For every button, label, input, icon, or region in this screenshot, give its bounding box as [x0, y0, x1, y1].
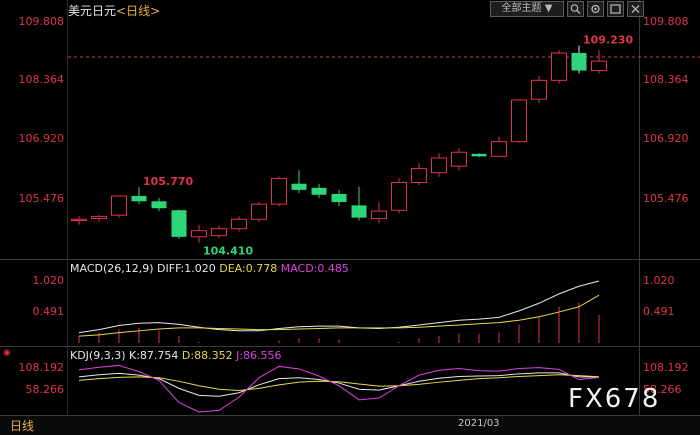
chart-canvas[interactable]: 109.230 105.770 104.410 [0, 0, 700, 434]
j-value: J:86.556 [236, 349, 282, 362]
period-selector[interactable]: <日线> [116, 4, 160, 18]
k-value: K:87.754 [129, 349, 179, 362]
price-tick-right: 108.364 [643, 73, 689, 86]
theme-label: 全部主题 [501, 3, 542, 14]
price-annotation: 104.410 [203, 245, 253, 258]
candle-body [131, 195, 147, 202]
candle-body [171, 210, 187, 237]
candle-body [531, 79, 547, 100]
candle-body [331, 193, 347, 203]
price-tick-left: 109.808 [18, 15, 65, 28]
period-tab[interactable]: 日线 [10, 417, 34, 434]
kdj-series-j [78, 364, 600, 413]
macd-tick-left: 1.020 [32, 274, 65, 287]
macd-series-dea [78, 294, 600, 337]
candle-body [391, 181, 407, 211]
macd-series-diff [78, 280, 600, 334]
symbol-label: 美元日元 [68, 4, 117, 18]
candle-body [411, 168, 427, 183]
watermark-logo: FX678 [568, 384, 661, 414]
candle-body [311, 187, 327, 195]
kdj-tick-right: 108.192 [643, 361, 689, 374]
dea-value: DEA:0.778 [219, 262, 278, 275]
price-tick-right: 106.920 [643, 132, 689, 145]
candle-body [431, 157, 447, 174]
candle-body [151, 201, 167, 209]
price-annotation: 109.230 [583, 34, 633, 47]
price-tick-left: 108.364 [18, 73, 65, 86]
candle-body [251, 203, 267, 220]
chart-title: 美元日元<日线> [68, 2, 160, 19]
candle-body [471, 153, 487, 157]
x-axis-date-label: 2021/03 [458, 418, 500, 429]
settings-icon[interactable] [587, 1, 604, 17]
candle-body [591, 60, 607, 72]
candle-body [551, 52, 567, 81]
candle-body [491, 141, 507, 157]
footer-bar [0, 415, 700, 435]
kdj-legend: KDJ(9,3,3) K:87.754 D:88.352 J:86.556 [70, 349, 282, 362]
price-tick-right: 109.808 [643, 15, 689, 28]
macd-legend: MACD(26,12,9) DIFF:1.020 DEA:0.778 MACD:… [70, 262, 349, 275]
kdj-tick-left: 108.192 [18, 361, 65, 374]
macd-value: MACD:0.485 [280, 262, 349, 275]
macd-tick-left: 0.491 [32, 305, 65, 318]
kdj-tick-left: 58.266 [25, 383, 65, 396]
candle-body [231, 218, 247, 230]
search-icon[interactable] [567, 1, 584, 17]
chevron-down-icon: ▼ [544, 3, 553, 14]
macd-tick-right: 1.020 [643, 274, 675, 287]
candle-body [571, 52, 587, 71]
fullscreen-icon[interactable] [607, 1, 624, 17]
diff-value: DIFF:1.020 [157, 262, 216, 275]
candle-body [371, 210, 387, 219]
candle-body [91, 215, 107, 219]
candle-body [111, 195, 127, 216]
price-tick-right: 105.476 [643, 192, 689, 205]
candle-body [511, 99, 527, 143]
pane-toggle-icon[interactable]: ◉ [3, 349, 12, 358]
candle-body [351, 205, 367, 218]
price-tick-left: 105.476 [18, 192, 65, 205]
candle-body [211, 228, 227, 237]
toolbar: 全部主题 ▼ [490, 1, 644, 17]
d-value: D:88.352 [181, 349, 233, 362]
price-tick-left: 106.920 [18, 132, 65, 145]
candle-body [191, 230, 207, 238]
kdj-title: KDJ(9,3,3) [70, 349, 126, 362]
macd-tick-right: 0.491 [643, 305, 675, 318]
theme-dropdown[interactable]: 全部主题 ▼ [490, 1, 564, 17]
macd-title: MACD(26,12,9) [70, 262, 154, 275]
candle-body [291, 183, 307, 190]
candle-body [271, 177, 287, 205]
price-annotation: 105.770 [143, 175, 193, 188]
candle-body [451, 151, 467, 167]
candle-body [71, 218, 87, 221]
close-icon[interactable] [627, 1, 644, 17]
